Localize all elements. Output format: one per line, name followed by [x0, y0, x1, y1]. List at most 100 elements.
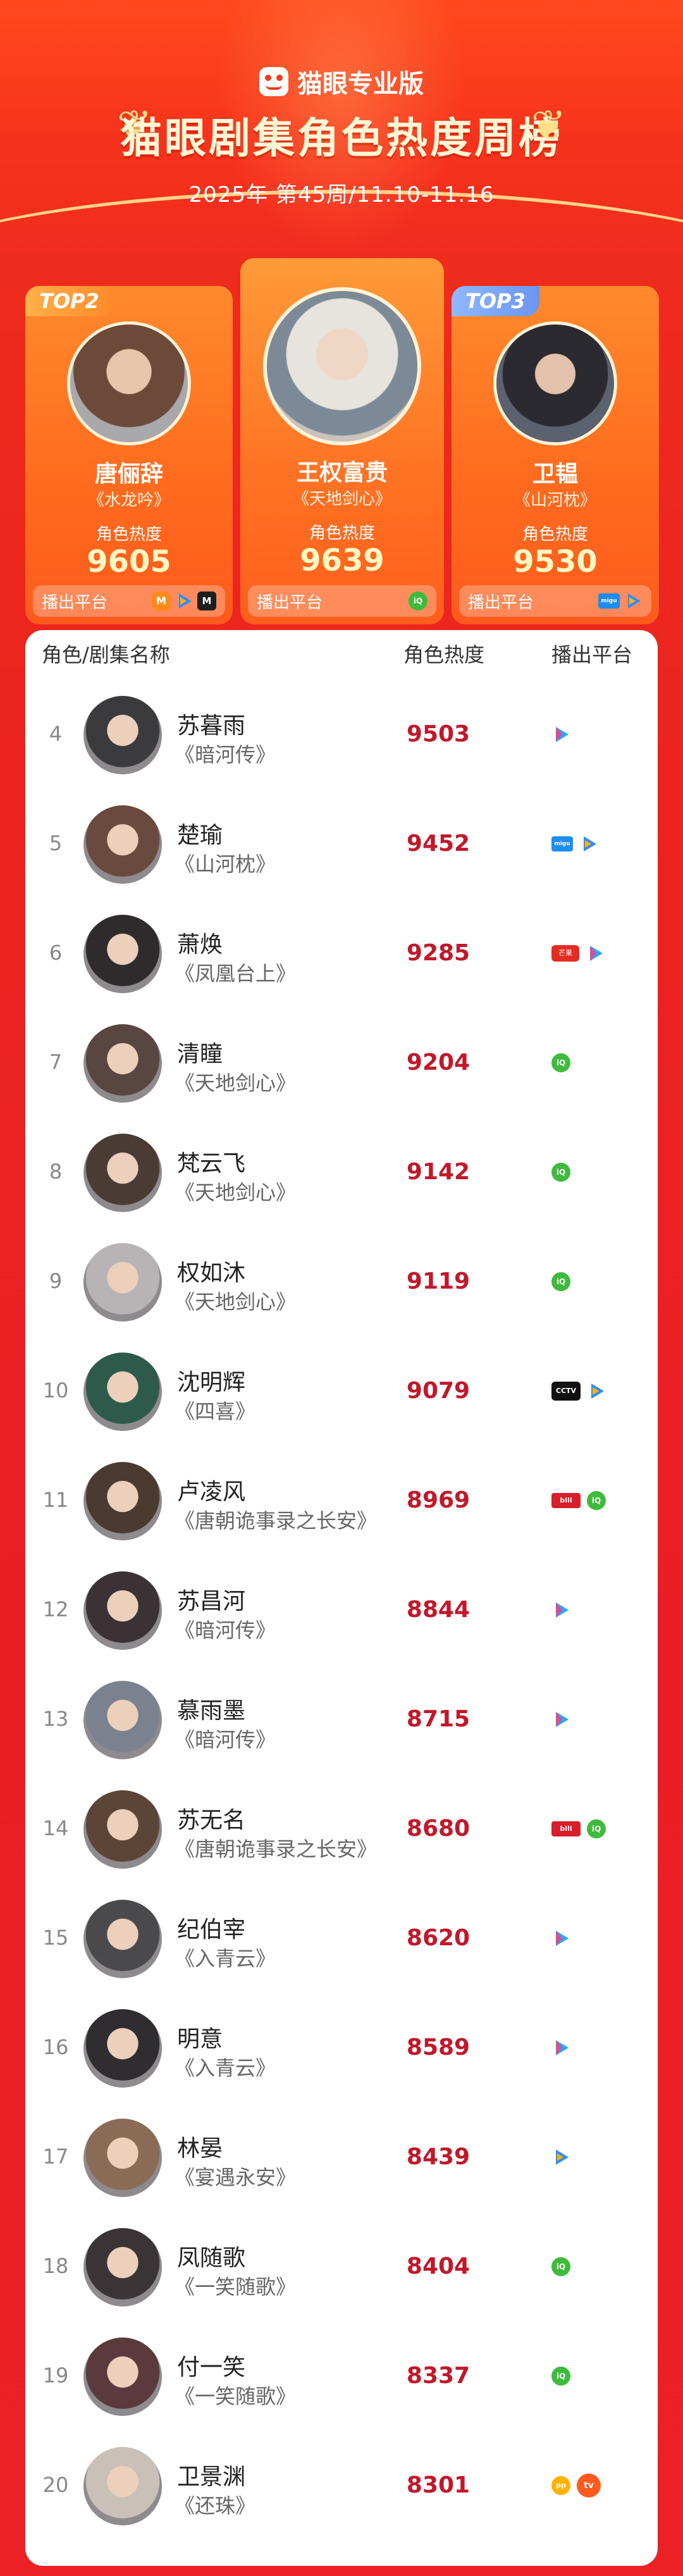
rank-tag: TOP3	[452, 286, 539, 316]
iqiyi-icon[interactable]	[551, 2366, 570, 2386]
table-row[interactable]: 20 卫景渊 《还珠》 8301	[25, 2430, 658, 2540]
character-name: 凤随歌	[177, 2245, 246, 2271]
heat-value: 9503	[406, 721, 471, 747]
top-card-3[interactable]: TOP3 卫韫 《山河枕》 角色热度 9530 播出平台	[452, 286, 659, 624]
avatar	[67, 321, 191, 445]
platform-icons	[551, 789, 598, 898]
table-row[interactable]: 6 萧焕 《凤凰台上》 9285	[25, 898, 658, 1008]
character-name: 萧焕	[177, 932, 223, 958]
platform-icons	[551, 1446, 606, 1555]
platform-icons	[551, 898, 605, 1008]
table-row[interactable]: 16 明意 《入青云》 8589	[25, 1993, 658, 2102]
heat-value: 8337	[406, 2363, 471, 2389]
ptv-icon[interactable]	[577, 2473, 601, 2498]
platform-bar: 播出平台	[248, 585, 436, 617]
table-row[interactable]: 9 权如沐 《天地剑心》 9119	[25, 1227, 658, 1336]
iqiyi-icon[interactable]	[551, 1162, 570, 1182]
table-row[interactable]: 5 楚瑜 《山河枕》 9452	[25, 789, 658, 898]
header: 猫眼专业版 ❦ 猫眼剧集角色热度周榜 ❦ 2025年 第45周/11.10-11…	[0, 0, 683, 253]
pptv-icon[interactable]	[551, 2475, 570, 2495]
table-row[interactable]: 8 梵云飞 《天地剑心》 9142	[25, 1117, 658, 1227]
show-name: 《入青云》	[175, 2056, 276, 2080]
table-row[interactable]: 7 清瞳 《天地剑心》 9204	[25, 1008, 658, 1117]
show-name: 《天地剑心》	[175, 1180, 297, 1204]
platform-label: 播出平台	[257, 593, 323, 612]
table-row[interactable]: 14 苏无名 《唐朝诡事录之长安》 8680	[25, 1774, 658, 1883]
table-row[interactable]: 11 卢凌风 《唐朝诡事录之长安》 8969	[25, 1446, 658, 1555]
mango-icon[interactable]	[152, 591, 171, 610]
rank-number: 17	[42, 2145, 69, 2169]
column-platform: 播出平台	[551, 643, 633, 667]
platform-icons	[152, 591, 216, 610]
table-row[interactable]: 19 付一笑 《一笑随歌》 8337	[25, 2321, 658, 2430]
tencent-icon[interactable]	[579, 834, 598, 853]
rank-number: 13	[42, 1707, 69, 1731]
table-row[interactable]: 18 凤随歌 《一笑随歌》 8404	[25, 2212, 658, 2321]
show-name: 《山河枕》	[514, 491, 596, 510]
character-name: 唐俪辞	[94, 461, 163, 487]
table-row[interactable]: 15 纪伯宰 《入青云》 8620	[25, 1883, 658, 1993]
platform-bar: 播出平台	[459, 585, 651, 617]
youku-icon[interactable]	[551, 725, 570, 744]
heat-label: 角色热度	[522, 525, 588, 544]
avatar	[83, 1353, 162, 1431]
iqiyi-icon[interactable]	[551, 1272, 570, 1291]
tencent-icon[interactable]	[551, 2148, 570, 2167]
tencent-icon[interactable]	[587, 1382, 606, 1401]
platform-icons	[551, 2430, 601, 2540]
platform-icons	[598, 591, 643, 610]
youku-icon[interactable]	[551, 1601, 570, 1619]
show-name: 《宴遇永安》	[175, 2165, 297, 2189]
platform-icons	[551, 1774, 606, 1883]
bilibili-icon[interactable]	[551, 1821, 581, 1836]
youku-icon[interactable]	[551, 1929, 570, 1948]
show-name: 《唐朝诡事录之长安》	[175, 1509, 378, 1533]
iqiyi-icon[interactable]	[409, 591, 428, 610]
avatar	[83, 1571, 162, 1650]
youku-icon[interactable]	[586, 944, 605, 963]
brand: 猫眼专业版	[0, 63, 683, 100]
platform-icons	[551, 1993, 570, 2102]
platform-icons	[551, 2102, 570, 2212]
youku-icon[interactable]	[551, 2038, 570, 2057]
show-name: 《水龙吟》	[87, 491, 170, 510]
top-card-2[interactable]: TOP2 唐俪辞 《水龙吟》 角色热度 9605 播出平台	[25, 286, 233, 624]
hunan-icon[interactable]	[551, 944, 579, 962]
cctv-icon[interactable]	[551, 1381, 581, 1401]
avatar	[83, 1134, 162, 1212]
heat-value: 8969	[406, 1487, 471, 1513]
table-row[interactable]: 17 林晏 《宴遇永安》 8439	[25, 2102, 658, 2212]
heat-value: 9639	[300, 543, 385, 578]
youku-icon[interactable]	[551, 1710, 570, 1729]
rank-number: 4	[49, 722, 63, 746]
table-row[interactable]: 12 苏昌河 《暗河传》 8844	[25, 1555, 658, 1664]
platform-icons	[551, 2321, 570, 2430]
maoyan-logo-icon	[259, 67, 288, 96]
rank-number: 18	[42, 2254, 69, 2278]
table-row[interactable]: 10 沈明辉 《四喜》 9079	[25, 1336, 658, 1446]
platform-label: 播出平台	[468, 593, 534, 612]
mvideo-icon[interactable]	[197, 591, 216, 610]
top-card-1[interactable]: 王权富贵 《天地剑心》 角色热度 9639 播出平台	[240, 258, 444, 624]
iqiyi-icon[interactable]	[551, 1053, 570, 1072]
show-name: 《入青云》	[175, 1947, 276, 1971]
show-name: 《一笑随歌》	[175, 2384, 297, 2408]
iqiyi-icon[interactable]	[587, 1490, 606, 1510]
migu-icon[interactable]	[598, 593, 620, 609]
table-row[interactable]: 13 慕雨墨 《暗河传》 8715	[25, 1664, 658, 1774]
rank-number: 20	[42, 2473, 69, 2497]
table-row[interactable]: 4 苏暮雨 《暗河传》 9503	[25, 679, 658, 789]
platform-icons	[551, 1008, 570, 1117]
avatar-image	[267, 291, 417, 442]
heat-value: 8715	[406, 1706, 471, 1732]
platform-icons	[551, 2212, 570, 2321]
heat-label: 角色热度	[95, 525, 162, 544]
migu-icon[interactable]	[551, 836, 573, 851]
tencent-icon[interactable]	[175, 591, 194, 610]
iqiyi-icon[interactable]	[587, 1819, 606, 1838]
iqiyi-icon[interactable]	[551, 2257, 570, 2276]
bilibili-icon[interactable]	[551, 1492, 581, 1508]
tencent-icon[interactable]	[624, 591, 643, 610]
platform-bar: 播出平台	[33, 585, 225, 617]
character-name: 纪伯宰	[177, 1917, 246, 1943]
